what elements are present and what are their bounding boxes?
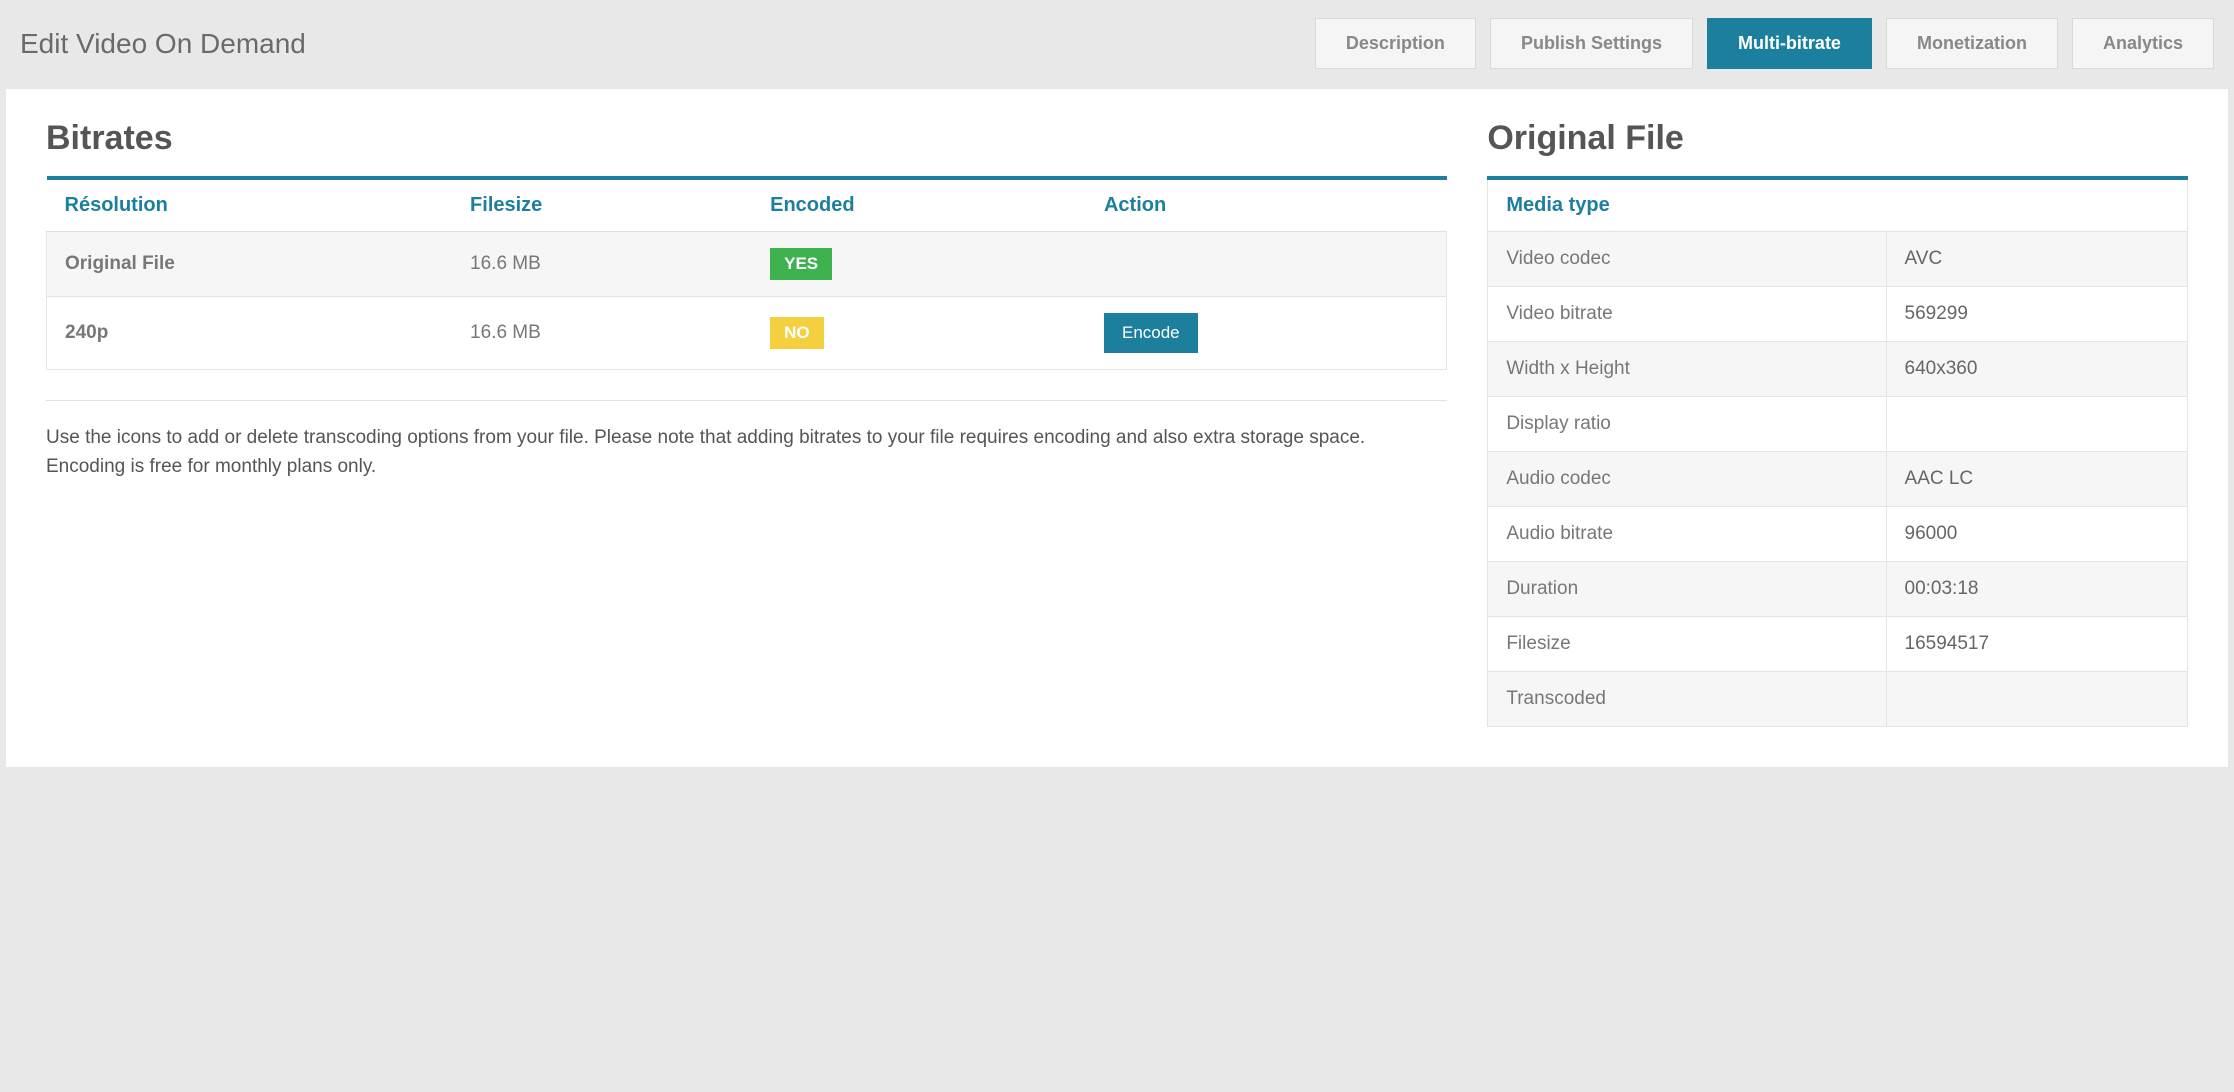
info-label: Filesize	[1488, 617, 1886, 672]
cell-encoded: YES	[752, 232, 1086, 297]
tab-description[interactable]: Description	[1315, 18, 1476, 69]
original-file-table: Media type Video codecAVC Video bitrate5…	[1487, 176, 2188, 727]
table-row: Original File 16.6 MB YES	[47, 232, 1447, 297]
col-resolution: Résolution	[47, 178, 453, 232]
col-encoded: Encoded	[752, 178, 1086, 232]
info-label: Audio codec	[1488, 452, 1886, 507]
tab-bar: Description Publish Settings Multi-bitra…	[1315, 18, 2214, 69]
info-value: 640x360	[1886, 342, 2187, 397]
original-title: Original File	[1487, 119, 2188, 158]
cell-action: Encode	[1086, 297, 1447, 370]
info-label: Video bitrate	[1488, 287, 1886, 342]
cell-filesize: 16.6 MB	[452, 297, 752, 370]
info-value: AVC	[1886, 232, 2187, 287]
tab-multi-bitrate[interactable]: Multi-bitrate	[1707, 18, 1872, 69]
encode-button[interactable]: Encode	[1104, 313, 1198, 353]
info-label: Transcoded	[1488, 672, 1886, 727]
info-value: 00:03:18	[1886, 562, 2187, 617]
bitrates-title: Bitrates	[46, 119, 1447, 158]
info-header: Media type	[1488, 178, 2188, 232]
table-row: Duration00:03:18	[1488, 562, 2188, 617]
info-label: Audio bitrate	[1488, 507, 1886, 562]
encoded-badge-no: NO	[770, 317, 824, 349]
table-row: Filesize16594517	[1488, 617, 2188, 672]
tab-publish-settings[interactable]: Publish Settings	[1490, 18, 1693, 69]
table-row: 240p 16.6 MB NO Encode	[47, 297, 1447, 370]
info-value	[1886, 672, 2187, 727]
info-value: 16594517	[1886, 617, 2187, 672]
page-title: Edit Video On Demand	[20, 28, 306, 60]
col-filesize: Filesize	[452, 178, 752, 232]
table-row: Audio codecAAC LC	[1488, 452, 2188, 507]
info-value: 569299	[1886, 287, 2187, 342]
cell-resolution: Original File	[47, 232, 453, 297]
table-row: Transcoded	[1488, 672, 2188, 727]
help-text: Use the icons to add or delete transcodi…	[46, 423, 1447, 482]
cell-encoded: NO	[752, 297, 1086, 370]
original-file-section: Original File Media type Video codecAVC …	[1487, 119, 2188, 727]
table-row: Audio bitrate96000	[1488, 507, 2188, 562]
table-row: Video codecAVC	[1488, 232, 2188, 287]
info-value: AAC LC	[1886, 452, 2187, 507]
table-row: Display ratio	[1488, 397, 2188, 452]
divider	[46, 400, 1447, 401]
tab-analytics[interactable]: Analytics	[2072, 18, 2214, 69]
info-label: Display ratio	[1488, 397, 1886, 452]
col-action: Action	[1086, 178, 1447, 232]
info-label: Width x Height	[1488, 342, 1886, 397]
cell-resolution: 240p	[47, 297, 453, 370]
table-row: Video bitrate569299	[1488, 287, 2188, 342]
info-value: 96000	[1886, 507, 2187, 562]
info-label: Video codec	[1488, 232, 1886, 287]
cell-action	[1086, 232, 1447, 297]
tab-monetization[interactable]: Monetization	[1886, 18, 2058, 69]
bitrates-table: Résolution Filesize Encoded Action Origi…	[46, 176, 1447, 370]
info-value	[1886, 397, 2187, 452]
info-label: Duration	[1488, 562, 1886, 617]
cell-filesize: 16.6 MB	[452, 232, 752, 297]
header: Edit Video On Demand Description Publish…	[0, 0, 2234, 89]
encoded-badge-yes: YES	[770, 248, 832, 280]
table-row: Width x Height640x360	[1488, 342, 2188, 397]
content-panel: Bitrates Résolution Filesize Encoded Act…	[6, 89, 2228, 767]
bitrates-section: Bitrates Résolution Filesize Encoded Act…	[46, 119, 1447, 727]
